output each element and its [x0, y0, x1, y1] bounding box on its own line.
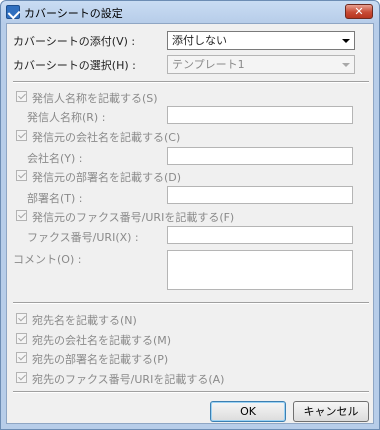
attach-value: 添付しない: [172, 34, 227, 47]
sender-fax-checkbox[interactable]: 発信元のファクス番号/URIを記載する(F): [16, 209, 346, 224]
chevron-down-icon: [342, 63, 350, 67]
template-dropdown[interactable]: テンプレート1: [167, 55, 355, 74]
sender-fax-input[interactable]: [167, 226, 353, 244]
checkbox-checked-icon: [16, 210, 27, 221]
ok-button[interactable]: OK: [210, 401, 286, 422]
sender-company-checkbox-label: 発信元の会社名を記載する(C): [32, 131, 181, 144]
sender-dept-checkbox-label: 発信元の部署名を記載する(D): [32, 171, 182, 184]
sender-dept-input[interactable]: [167, 186, 353, 204]
separator: [13, 81, 369, 83]
attach-label: カバーシートの添付(V) :: [13, 35, 136, 48]
sender-dept-label: 部署名(T) :: [27, 192, 83, 205]
recipient-company-checkbox[interactable]: 宛先の会社名を記載する(M): [16, 332, 316, 347]
sender-company-label: 会社名(Y) :: [27, 152, 83, 165]
app-icon: [6, 5, 20, 19]
attach-dropdown[interactable]: 添付しない: [167, 31, 355, 50]
template-label: カバーシートの選択(H) :: [13, 59, 136, 72]
separator: [13, 302, 369, 304]
recipient-company-checkbox-label: 宛先の会社名を記載する(M): [32, 334, 172, 347]
sender-name-input[interactable]: [167, 106, 353, 124]
checkbox-checked-icon: [16, 333, 27, 344]
recipient-fax-checkbox[interactable]: 宛先のファクス番号/URIを記載する(A): [16, 371, 316, 386]
dialog-body: カバーシートの添付(V) : 添付しない カバーシートの選択(H) : テンプレ…: [6, 23, 374, 424]
close-button[interactable]: ✕: [345, 4, 373, 19]
comment-textarea[interactable]: [167, 250, 353, 290]
sender-dept-checkbox[interactable]: 発信元の部署名を記載する(D): [16, 169, 316, 184]
sender-company-input[interactable]: [167, 147, 353, 165]
recipient-dept-checkbox-label: 宛先の部署名を記載する(P): [32, 353, 169, 366]
sender-name-label: 発信人名称(R) :: [27, 111, 106, 124]
title-bar: カバーシートの設定 ✕: [1, 1, 379, 23]
comment-label: コメント(O) :: [13, 253, 82, 266]
dialog-window: カバーシートの設定 ✕ カバーシートの添付(V) : 添付しない カバーシートの…: [0, 0, 380, 430]
checkbox-checked-icon: [16, 170, 27, 181]
checkbox-checked-icon: [16, 313, 27, 324]
sender-fax-checkbox-label: 発信元のファクス番号/URIを記載する(F): [32, 211, 235, 224]
separator: [13, 391, 369, 393]
recipient-name-checkbox-label: 宛先名を記載する(N): [32, 314, 137, 327]
cancel-button[interactable]: キャンセル: [293, 401, 369, 422]
checkbox-checked-icon: [16, 130, 27, 141]
sender-name-checkbox[interactable]: 発信人名称を記載する(S): [16, 90, 316, 105]
recipient-dept-checkbox[interactable]: 宛先の部署名を記載する(P): [16, 351, 316, 366]
recipient-name-checkbox[interactable]: 宛先名を記載する(N): [16, 312, 316, 327]
recipient-fax-checkbox-label: 宛先のファクス番号/URIを記載する(A): [32, 373, 225, 386]
chevron-down-icon: [342, 39, 350, 43]
sender-name-checkbox-label: 発信人名称を記載する(S): [32, 92, 158, 105]
sender-company-checkbox[interactable]: 発信元の会社名を記載する(C): [16, 129, 316, 144]
checkbox-checked-icon: [16, 352, 27, 363]
template-value: テンプレート1: [172, 58, 245, 71]
checkbox-checked-icon: [16, 372, 27, 383]
checkbox-checked-icon: [16, 91, 27, 102]
dialog-title: カバーシートの設定: [24, 7, 123, 20]
sender-fax-label: ファクス番号/URI(X) :: [27, 231, 139, 244]
